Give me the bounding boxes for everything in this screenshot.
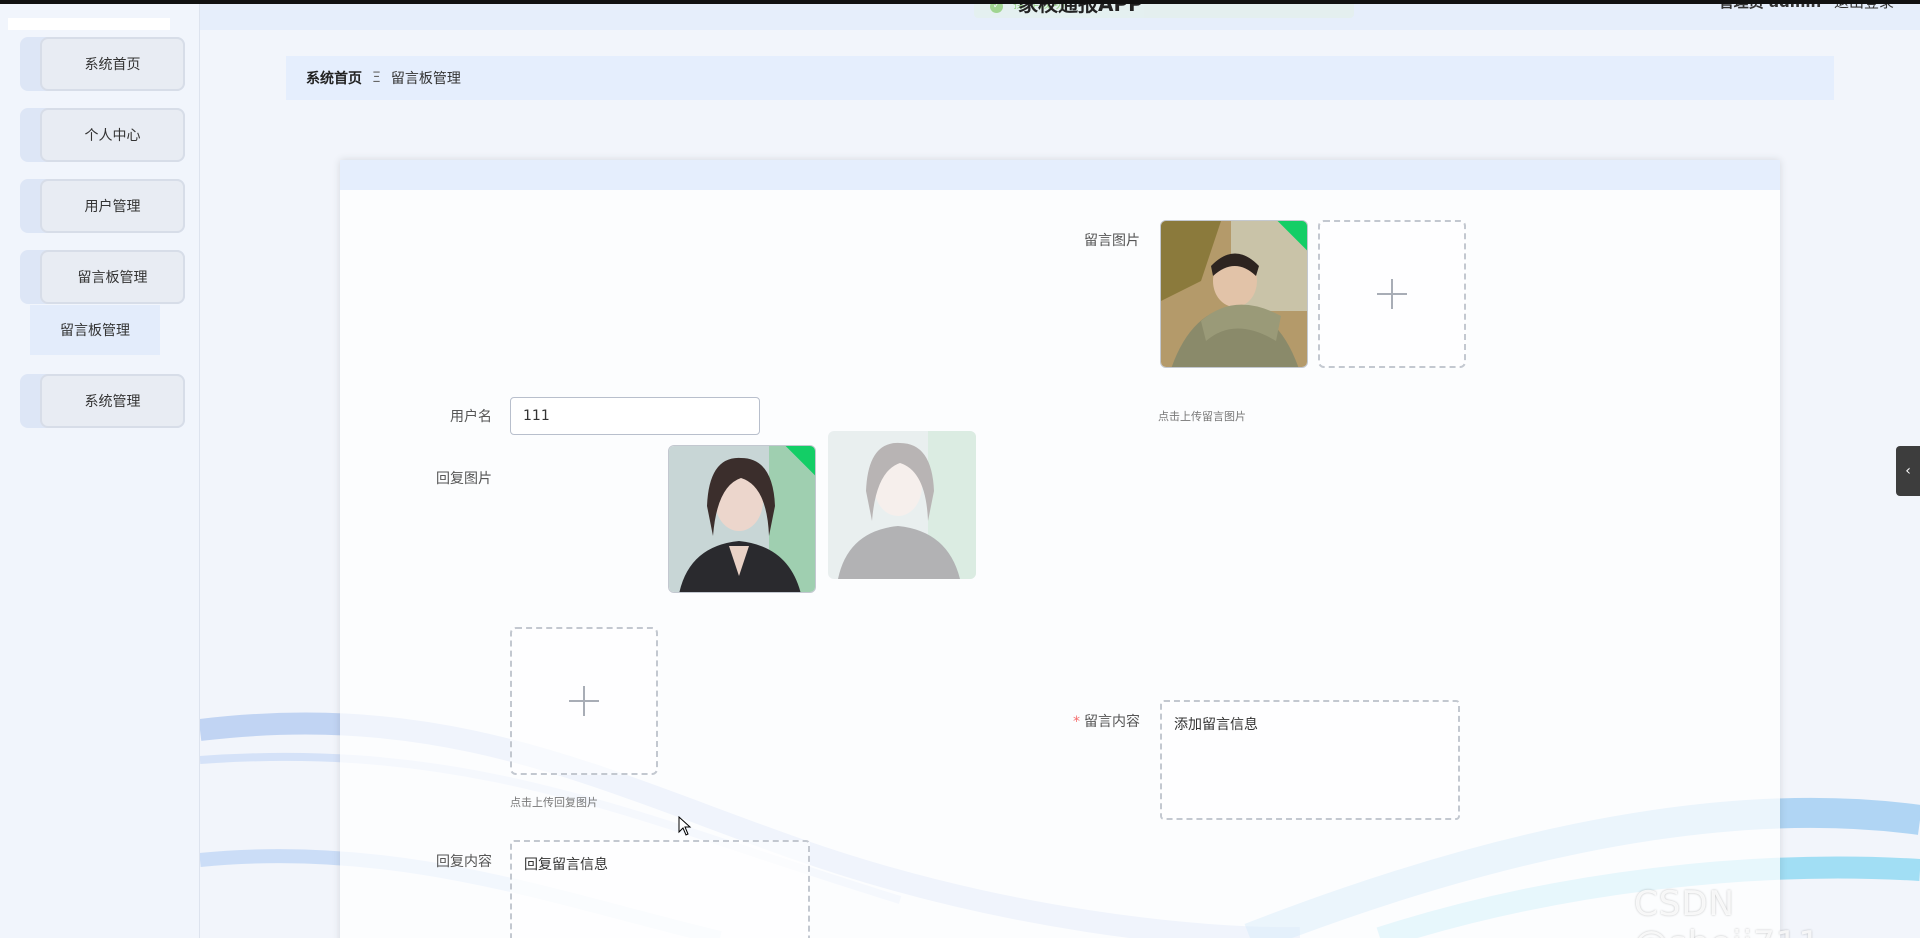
portrait-image [1161,221,1307,367]
message-image-hint: 点击上传留言图片 [1158,410,1246,423]
required-marker: * [1073,714,1080,730]
top-header: ✓ 操作成功 家校通报APP 管理员 admin 退出登录 [200,0,1920,30]
sidebar-item-label: 个人中心 [84,128,141,144]
sidebar: 系统首页 个人中心 用户管理 留言板管理 留言板管理 系统管理 [0,0,200,938]
submenu-item-messageboard[interactable]: 留言板管理 [30,305,160,355]
top-strip [0,0,1920,4]
sidebar-item-messageboard[interactable]: 留言板管理 [20,250,185,304]
breadcrumb-separator: Ξ [372,70,381,86]
reply-image-thumb[interactable] [668,445,816,593]
mouse-cursor-icon [678,816,692,836]
reply-image-label: 回复图片 [436,471,492,487]
portrait-image [828,431,976,579]
watermark: CSDN @sheji711 [1634,884,1820,938]
reply-content-textarea[interactable]: 回复留言信息 [510,840,810,938]
message-content-label: * 留言内容 [1040,711,1140,731]
form-card: 留言图片 点击上传留言图片 用户名 回复图片 [340,160,1780,938]
reply-image-upload-button[interactable] [510,627,658,775]
breadcrumb: 系统首页 Ξ 留言板管理 [286,56,1834,100]
portrait-image [669,446,815,592]
message-content-textarea[interactable]: 添加留言信息 [1160,700,1460,820]
plus-icon [1377,279,1407,309]
sidebar-item-home[interactable]: 系统首页 [20,37,185,91]
sidebar-item-users[interactable]: 用户管理 [20,179,185,233]
sidebar-logo [8,18,170,30]
username-label: 用户名 [450,409,492,425]
sidebar-item-label: 系统管理 [84,394,141,410]
submenu-item-label: 留言板管理 [60,323,130,339]
message-image-thumb[interactable] [1160,220,1308,368]
breadcrumb-current: 留言板管理 [390,71,461,87]
message-content-label-text: 留言内容 [1084,714,1140,730]
sidebar-item-label: 用户管理 [84,199,141,215]
breadcrumb-home[interactable]: 系统首页 [306,68,362,88]
message-image-label: 留言图片 [1084,233,1140,249]
chevron-left-icon: ‹ [1905,463,1911,479]
sidebar-item-label: 留言板管理 [77,270,148,286]
message-image-upload-button[interactable] [1318,220,1466,368]
sidebar-item-profile[interactable]: 个人中心 [20,108,185,162]
sidebar-item-system[interactable]: 系统管理 [20,374,185,428]
sidebar-item-label: 系统首页 [84,57,141,73]
reply-content-label: 回复内容 [436,854,492,870]
reply-image-drag-ghost [828,431,976,579]
side-panel-toggle[interactable]: ‹ [1896,446,1920,496]
username-input[interactable] [510,397,760,435]
plus-icon [569,686,599,716]
reply-image-hint: 点击上传回复图片 [510,796,598,809]
card-header [340,160,1780,190]
